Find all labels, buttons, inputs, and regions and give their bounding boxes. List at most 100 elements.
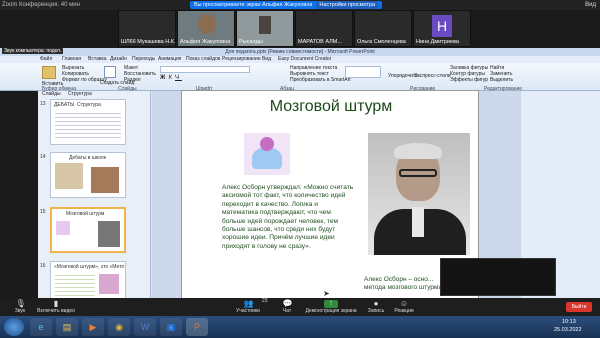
participant-name: Рысалды <box>239 39 263 45</box>
explorer-icon[interactable]: ▤ <box>56 318 78 336</box>
participants-button[interactable]: 👥 Участники <box>230 298 266 315</box>
start-icon[interactable] <box>4 318 24 336</box>
participant-tile[interactable]: ШЛ66 Мукашевa Н.К. <box>118 10 176 47</box>
window-title: Для педагога.pptx [Режим совместимости] … <box>0 48 600 56</box>
shapes-gallery[interactable] <box>345 66 381 78</box>
participant-tile[interactable]: Ольга Смоленцева <box>354 10 412 47</box>
participant-name: Альфия Жакуповна <box>180 39 231 45</box>
font-format-buttons[interactable]: ЖКЧ <box>160 75 250 82</box>
tab-easy-doc[interactable]: Easy Document Creator <box>278 56 331 63</box>
video-overlay <box>440 258 556 296</box>
paste-icon[interactable] <box>42 66 56 79</box>
participant-tile[interactable]: Альфия Жакуповна <box>177 10 235 47</box>
tab-home[interactable]: Главная <box>62 56 81 63</box>
slides-panel: Слайды Структура 13 ДЕБАТЫ. Структура 14… <box>38 91 151 307</box>
portrait-photo <box>368 133 470 255</box>
tab-design[interactable]: Дизайн <box>110 56 127 63</box>
video-button[interactable]: ▮ Включить видео <box>36 298 76 315</box>
tab-slides-panel[interactable]: Слайды <box>42 91 61 97</box>
avatar: H <box>432 15 452 37</box>
video-feed <box>198 14 216 34</box>
slide-thumbnail[interactable]: ДЕБАТЫ. Структура <box>50 99 126 145</box>
slide-thumbnail[interactable]: Дебаты в школе <box>50 152 126 198</box>
video-icon: ▮ <box>53 299 59 308</box>
chat-label: Чат <box>282 308 292 314</box>
mic-button[interactable]: 🎙 Звук <box>6 298 34 315</box>
photo-caption[interactable]: Алекс Осборн – осно... метода мозгового … <box>364 276 442 292</box>
zoom-toolbar: 🎙 Звук ▮ Включить видео 👥 Участники 23 💬 Чат… <box>0 298 600 316</box>
shape-effects-button[interactable]: Эффекты фигур <box>450 77 488 83</box>
slide-number: 16 <box>40 263 46 269</box>
mic-label: Звук <box>14 308 26 314</box>
slide-title[interactable]: Мозговой штурм <box>182 98 480 116</box>
slide-canvas[interactable]: Мозговой штурм Алекс Осборн утверждал: «… <box>181 90 479 304</box>
record-button[interactable]: ● Запись <box>364 298 388 315</box>
chat-icon: 💬 <box>282 299 293 308</box>
tab-review[interactable]: Рецензирование <box>222 56 261 63</box>
reactions-button[interactable]: ☺ Реакции <box>390 298 418 315</box>
select-button[interactable]: Выделить <box>490 77 513 83</box>
share-icon: ↑ <box>324 300 338 308</box>
thumb-title: Мозговой штурм <box>66 211 105 217</box>
view-options-button[interactable]: Настройки просмотра <box>316 1 379 9</box>
tab-outline-panel[interactable]: Структура <box>68 91 92 97</box>
audio-status: Звук компьютера: подкл. <box>2 48 64 54</box>
share-banner: Вы просматриваете экран Альфия Жакуповна… <box>190 1 383 9</box>
cursor-icon: ➤ <box>323 289 330 298</box>
illustration-head <box>260 137 274 151</box>
participants-count: 23 <box>262 298 268 304</box>
slide-number: 14 <box>40 154 46 160</box>
smartart-button[interactable]: Преобразовать в SmartArt <box>290 77 351 83</box>
new-slide-icon[interactable] <box>104 66 116 78</box>
brainstorm-illustration <box>244 133 290 175</box>
clock-date: 25.03.2022 <box>554 327 582 333</box>
share-banner-text: Вы просматриваете экран Альфия Жакуповна <box>194 2 313 8</box>
video-feed <box>259 16 271 34</box>
underline-icon[interactable]: Ч <box>175 75 182 81</box>
thumb-image <box>91 167 119 193</box>
clock-time: 10:13 <box>562 319 576 325</box>
participant-name: ШЛ66 Мукашевa Н.К. <box>121 39 176 45</box>
participant-tile[interactable]: МАРАТОВ АЛМ... <box>295 10 353 47</box>
participant-tile[interactable]: Рысалды <box>236 10 294 47</box>
portrait-hair <box>394 143 442 159</box>
font-family-select[interactable] <box>160 66 250 73</box>
leave-button[interactable]: Выйти <box>566 302 592 312</box>
tab-file[interactable]: Файл <box>40 56 52 63</box>
tab-animations[interactable]: Анимация <box>158 56 181 63</box>
thumb-image <box>99 274 119 294</box>
share-label: Демонстрация экрана <box>305 308 357 314</box>
reactions-icon: ☺ <box>399 299 409 308</box>
video-label: Включить видео <box>37 308 75 314</box>
ie-icon[interactable]: e <box>30 318 52 336</box>
zoom-top-bar: Zoom Конференция. 40 мин Вы просматривае… <box>0 0 600 10</box>
tab-transitions[interactable]: Переходы <box>132 56 155 63</box>
chrome-icon[interactable]: ◉ <box>108 318 130 336</box>
powerpoint-icon[interactable]: P <box>186 318 208 336</box>
ribbon-tabs: Файл Главная Вставка Дизайн Переходы Ани… <box>0 56 600 63</box>
thumb-title: Дебаты в школе <box>69 155 107 161</box>
thumb-content <box>55 110 121 140</box>
record-icon: ● <box>373 299 379 308</box>
section-button[interactable]: Раздел <box>124 77 141 83</box>
word-icon[interactable]: W <box>134 318 156 336</box>
slide-thumbnail[interactable]: Мозговой штурм <box>50 207 126 253</box>
chat-button[interactable]: 💬 Чат <box>276 298 298 315</box>
mic-icon: 🎙 <box>15 299 26 308</box>
record-label: Запись <box>367 308 385 314</box>
participant-tile[interactable]: H Нина Дмитриева <box>413 10 471 47</box>
media-icon[interactable]: ▶ <box>82 318 104 336</box>
slide-body-text[interactable]: Алекс Осборн утверждал: «Можно считать а… <box>222 184 354 251</box>
view-button[interactable]: Вид <box>585 0 596 10</box>
thumb-image <box>56 221 70 235</box>
quick-styles-button[interactable]: Экспресс-стили <box>414 73 451 79</box>
share-screen-button[interactable]: ↑ Демонстрация экрана <box>300 298 362 314</box>
ribbon: Вставить Вырезать Копировать Формат по о… <box>0 63 600 92</box>
tab-view[interactable]: Вид <box>262 56 271 63</box>
tab-insert[interactable]: Вставка <box>88 56 107 63</box>
tab-slideshow[interactable]: Показ слайдов <box>186 56 220 63</box>
zoom-left-strip <box>0 91 38 298</box>
participant-name: Нина Дмитриева <box>416 39 459 45</box>
participants-label: Участники <box>236 308 260 314</box>
zoom-icon[interactable]: ▣ <box>160 318 182 336</box>
